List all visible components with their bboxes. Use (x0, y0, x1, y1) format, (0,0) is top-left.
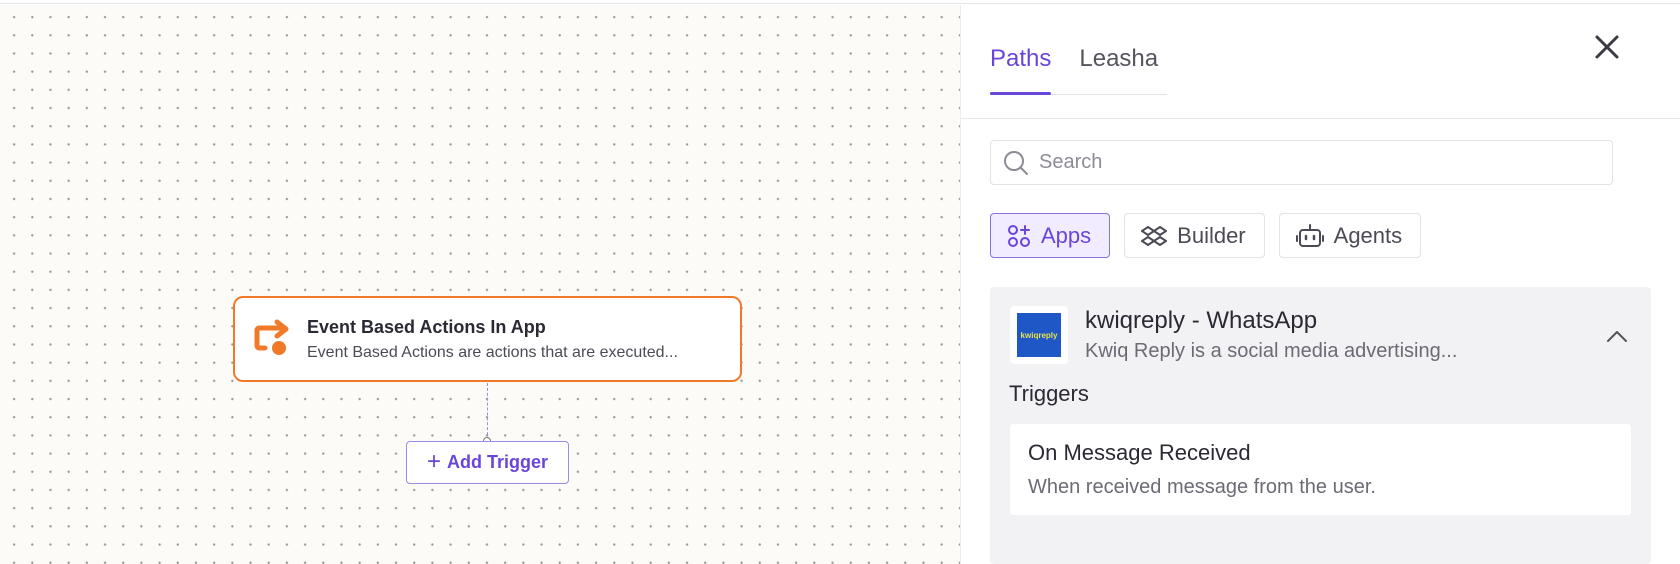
search-box[interactable] (990, 140, 1613, 185)
plus-icon: + (426, 447, 441, 475)
node-connector (487, 383, 488, 440)
trigger-description: When received message from the user. (1028, 476, 1376, 498)
trigger-name: On Message Received (1028, 440, 1251, 465)
filter-agents-label: Agents (1333, 222, 1403, 248)
chevron-up-icon[interactable] (1606, 329, 1628, 343)
event-node-title: Event Based Actions In App (307, 316, 546, 337)
app-name[interactable]: kwiqreply - WhatsApp (1085, 307, 1317, 335)
event-node-text: Event Based Actions In App Event Based A… (307, 317, 727, 362)
top-border (0, 0, 1680, 4)
close-button[interactable] (1589, 29, 1625, 65)
filter-apps-button[interactable]: Apps (990, 213, 1111, 258)
filter-buttons: Apps Builder Agents (990, 213, 1422, 258)
app-description: Kwiq Reply is a social media advertising… (1085, 340, 1458, 362)
event-node[interactable]: Event Based Actions In App Event Based A… (233, 296, 742, 382)
app-card-kwiqreply: kwiqreply kwiqreply - WhatsApp Kwiq Repl… (990, 287, 1651, 564)
filter-builder-label: Builder (1177, 222, 1246, 248)
filter-builder-button[interactable]: Builder (1124, 213, 1265, 258)
filter-apps-label: Apps (1041, 222, 1092, 248)
triggers-heading: Triggers (1009, 381, 1089, 406)
add-trigger-button[interactable]: + Add Trigger (406, 441, 569, 484)
close-icon (1595, 35, 1619, 59)
side-panel: Paths Leasha Apps Builder (960, 5, 1680, 564)
search-input[interactable] (1039, 151, 1599, 174)
builder-icon (1141, 225, 1168, 246)
trigger-item[interactable]: On Message Received When received messag… (1010, 424, 1631, 515)
event-redirect-icon (254, 319, 289, 355)
tab-leasha[interactable]: Leasha (1079, 35, 1158, 94)
robot-icon (1295, 223, 1324, 247)
panel-tabs: Paths Leasha (990, 35, 1167, 95)
panel-divider (961, 118, 1680, 119)
filter-agents-button[interactable]: Agents (1278, 213, 1422, 258)
tab-paths[interactable]: Paths (990, 35, 1052, 95)
add-trigger-label: Add Trigger (447, 452, 549, 472)
search-icon (1004, 150, 1028, 175)
kwiqreply-logo: kwiqreply (1017, 313, 1061, 357)
apps-icon (1008, 224, 1030, 247)
app-logo: kwiqreply (1010, 306, 1068, 364)
event-node-description: Event Based Actions are actions that are… (307, 343, 678, 361)
